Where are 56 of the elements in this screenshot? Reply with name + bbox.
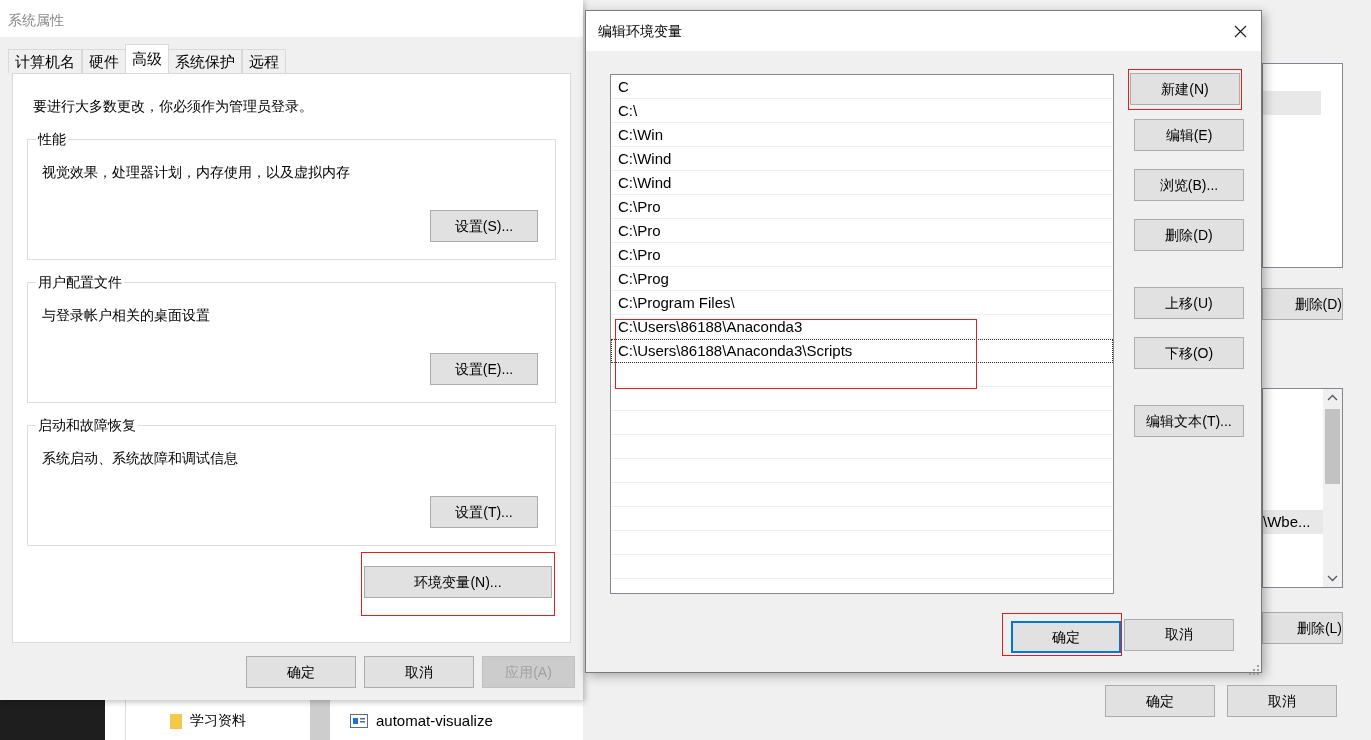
side-button[interactable]: 上移(U) — [1134, 287, 1244, 319]
environment-variables-button[interactable]: 环境变量(N)... — [364, 566, 552, 598]
group-description: 与登录帐户相关的桌面设置 — [42, 306, 211, 325]
group-description: 系统启动、系统故障和调试信息 — [42, 449, 239, 468]
settings-button[interactable]: 设置(T)... — [430, 496, 538, 528]
side-button[interactable]: 编辑文本(T)... — [1134, 405, 1244, 437]
group-description: 视觉效果，处理器计划，内存使用，以及虚拟内存 — [42, 163, 351, 182]
tab[interactable]: 计算机名 — [8, 49, 82, 73]
file-name[interactable]: automat-visualize — [376, 710, 493, 733]
ok-button[interactable]: 确定 — [1011, 621, 1121, 653]
side-button[interactable]: 新建(N) — [1130, 73, 1240, 105]
list-row[interactable]: C:\Pro — [611, 195, 1113, 219]
delete-button[interactable]: 删除(L) — [1262, 612, 1343, 644]
notice-text: 要进行大多数更改，你必须作为管理员登录。 — [33, 97, 314, 116]
tab[interactable]: 硬件 — [82, 49, 126, 73]
dialog-button[interactable]: 取消 — [364, 656, 474, 688]
list-row: \Wbe... — [1263, 510, 1323, 534]
file-icon — [350, 714, 368, 729]
close-icon[interactable] — [1234, 24, 1247, 38]
scroll-down-icon[interactable] — [1327, 575, 1338, 582]
folder-name[interactable]: 学习资料 — [190, 710, 246, 731]
list-row[interactable]: C:\Program Files\ — [611, 291, 1113, 315]
side-button[interactable]: 下移(O) — [1134, 337, 1244, 369]
dialog-button[interactable]: 确定 — [246, 656, 356, 688]
scrollbar-thumb[interactable] — [1325, 409, 1340, 484]
cancel-button[interactable]: 取消 — [1227, 685, 1337, 717]
tab[interactable]: 系统保护 — [168, 49, 242, 73]
list-row[interactable]: C:\Pro — [611, 243, 1113, 267]
cancel-button[interactable]: 取消 — [1124, 618, 1234, 651]
list-row[interactable]: C:\Users\86188\Anaconda3\Scripts — [611, 339, 1113, 363]
side-button[interactable]: 删除(D) — [1134, 219, 1244, 251]
list-row[interactable]: C:\Users\86188\Anaconda3 — [611, 315, 1113, 339]
list-row[interactable]: C:\Wind — [611, 147, 1113, 171]
list-row[interactable]: C:\Wind — [611, 171, 1113, 195]
list-row[interactable]: C:\Win — [611, 123, 1113, 147]
side-button[interactable]: 浏览(B)... — [1134, 169, 1244, 201]
scroll-up-icon[interactable] — [1327, 394, 1338, 401]
ok-button[interactable]: 确定 — [1105, 685, 1215, 717]
group-title: 用户配置文件 — [36, 273, 124, 291]
list-row[interactable]: C:\ — [611, 99, 1113, 123]
group-title: 性能 — [36, 130, 68, 148]
list-row[interactable]: C:\Pro — [611, 219, 1113, 243]
delete-button[interactable]: 删除(D) — [1262, 288, 1343, 320]
scrollbar[interactable] — [1323, 389, 1342, 587]
folder-icon — [170, 712, 182, 729]
window-title: 系统属性 — [0, 0, 583, 37]
list-row[interactable]: C — [611, 75, 1113, 99]
tab[interactable]: 高级 — [125, 44, 169, 73]
group-title: 启动和故障恢复 — [36, 416, 138, 434]
side-button[interactable]: 编辑(E) — [1134, 119, 1244, 151]
tab[interactable]: 远程 — [242, 49, 286, 73]
settings-button[interactable]: 设置(S)... — [430, 210, 538, 242]
list-row[interactable]: C:\Prog — [611, 267, 1113, 291]
settings-button[interactable]: 设置(E)... — [430, 353, 538, 385]
dialog-title: 编辑环境变量 — [598, 21, 682, 41]
scrollbar[interactable] — [310, 700, 330, 740]
